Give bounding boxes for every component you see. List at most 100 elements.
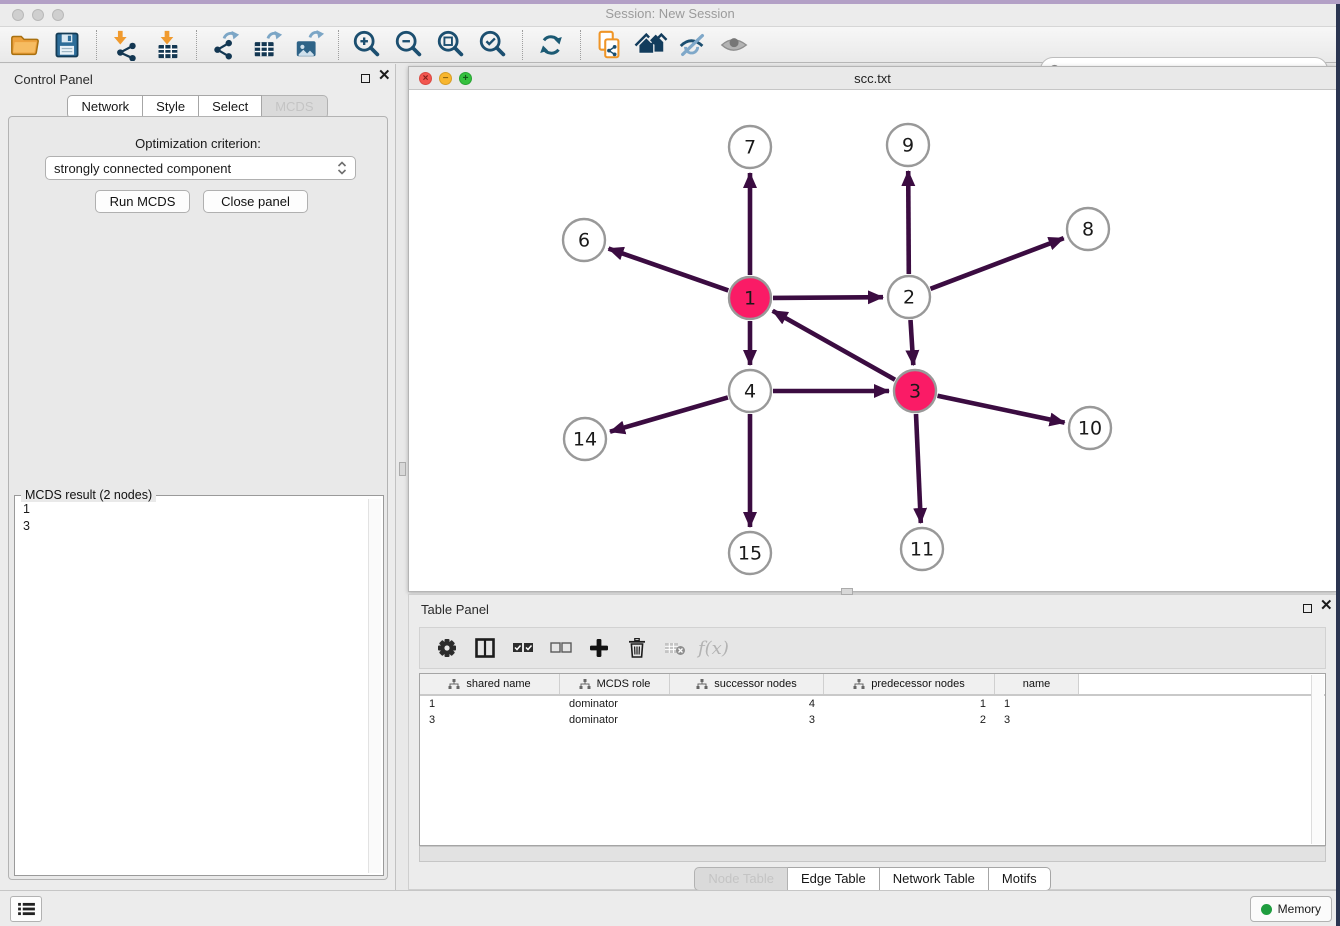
table-cell[interactable]: 2	[824, 714, 995, 726]
save-session-icon[interactable]	[50, 28, 84, 62]
graph-node-6[interactable]: 6	[563, 219, 605, 261]
table-cell[interactable]: dominator	[560, 714, 670, 726]
close-table-panel-icon[interactable]: ✕	[1320, 601, 1333, 610]
attribute-tree-icon	[696, 679, 708, 690]
graph-node-8[interactable]: 8	[1067, 208, 1109, 250]
float-panel-icon[interactable]	[361, 74, 370, 83]
home-view-icon[interactable]	[634, 28, 668, 62]
splitter-grip-vertical[interactable]	[399, 462, 406, 476]
table-scrollbar[interactable]	[1311, 675, 1324, 844]
graph-node-9[interactable]: 9	[887, 124, 929, 166]
delete-column-trash-icon[interactable]	[622, 633, 652, 663]
zoom-fit-icon[interactable]	[434, 28, 468, 62]
criterion-dropdown[interactable]: strongly connected component	[45, 156, 356, 180]
svg-text:7: 7	[744, 137, 756, 159]
open-session-icon[interactable]	[8, 28, 42, 62]
table-hscroll-track[interactable]	[419, 846, 1326, 862]
graph-node-7[interactable]: 7	[729, 126, 771, 168]
float-table-panel-icon[interactable]	[1303, 604, 1312, 613]
clone-network-icon[interactable]	[592, 28, 626, 62]
table-cell[interactable]: 1	[824, 698, 995, 710]
table-cell[interactable]: dominator	[560, 698, 670, 710]
titlebar: Session: New Session	[0, 0, 1340, 27]
graph-node-3[interactable]: 3	[894, 370, 936, 412]
edge-2-3[interactable]	[911, 320, 914, 365]
graph-node-1[interactable]: 1	[729, 277, 771, 319]
select-all-rows-icon[interactable]	[508, 633, 538, 663]
dropdown-stepper-icon	[337, 161, 347, 175]
svg-text:6: 6	[578, 230, 590, 252]
edge-4-14[interactable]	[610, 397, 728, 431]
table-cell[interactable]: 1	[420, 698, 560, 710]
edge-2-9[interactable]	[908, 171, 909, 274]
result-scrollbar[interactable]	[368, 499, 381, 873]
export-table-icon[interactable]	[250, 28, 284, 62]
svg-text:14: 14	[573, 429, 597, 451]
table-cell[interactable]: 1	[995, 698, 1079, 710]
add-column-icon[interactable]	[584, 633, 614, 663]
task-history-button[interactable]	[10, 896, 42, 922]
edge-2-8[interactable]	[931, 238, 1064, 289]
tab-node-table[interactable]: Node Table	[694, 867, 788, 891]
criterion-value: strongly connected component	[54, 161, 337, 176]
zoom-out-icon[interactable]	[392, 28, 426, 62]
edge-3-10[interactable]	[938, 396, 1065, 423]
import-network-icon[interactable]	[108, 28, 142, 62]
column-header-predecessor-nodes[interactable]: predecessor nodes	[824, 674, 995, 694]
column-header-shared-name[interactable]: shared name	[420, 674, 560, 694]
memory-button[interactable]: Memory	[1250, 896, 1332, 922]
splitter-grip-horizontal[interactable]	[841, 588, 853, 595]
svg-text:1: 1	[744, 288, 756, 310]
tab-motifs[interactable]: Motifs	[989, 867, 1051, 891]
graph-node-4[interactable]: 4	[729, 370, 771, 412]
export-image-icon[interactable]	[292, 28, 326, 62]
export-network-icon[interactable]	[208, 28, 242, 62]
table-body: 1dominator4113dominator323	[420, 696, 1325, 728]
refresh-view-icon[interactable]	[534, 28, 568, 62]
edge-1-6[interactable]	[609, 249, 729, 291]
run-mcds-button[interactable]: Run MCDS	[95, 190, 190, 213]
table-row[interactable]: 1dominator411	[420, 696, 1325, 712]
toolbar-separator	[580, 30, 582, 60]
column-header-name[interactable]: name	[995, 674, 1079, 694]
zoom-in-icon[interactable]	[350, 28, 384, 62]
application-window: Session: New Session Control Panel ✕	[0, 0, 1340, 926]
table-row[interactable]: 3dominator323	[420, 712, 1325, 728]
zoom-selected-icon[interactable]	[476, 28, 510, 62]
table-cell[interactable]: 3	[670, 714, 824, 726]
graph-node-11[interactable]: 11	[901, 528, 943, 570]
network-view-window: × − + scc.txt 1 2 3 4 6 7 8 9 10 11	[408, 66, 1337, 592]
graph-node-10[interactable]: 10	[1069, 407, 1111, 449]
network-canvas[interactable]: 1 2 3 4 6 7 8 9 10 11 14 15	[409, 89, 1336, 591]
table-settings-gear-icon[interactable]	[432, 633, 462, 663]
hide-unselected-eye-icon[interactable]	[676, 28, 710, 62]
close-panel-button[interactable]: Close panel	[203, 190, 308, 213]
column-label: name	[1023, 678, 1051, 690]
mcds-tab-content: Optimization criterion: strongly connect…	[8, 116, 388, 880]
attribute-tree-icon	[853, 679, 865, 690]
graph-node-15[interactable]: 15	[729, 532, 771, 574]
close-panel-icon[interactable]: ✕	[378, 71, 391, 80]
svg-text:2: 2	[903, 287, 915, 309]
column-visibility-icon[interactable]	[470, 633, 500, 663]
table-cell[interactable]: 3	[995, 714, 1079, 726]
column-label: predecessor nodes	[871, 678, 965, 690]
edge-1-2[interactable]	[773, 297, 883, 298]
graph-node-14[interactable]: 14	[564, 418, 606, 460]
graph-node-2[interactable]: 2	[888, 276, 930, 318]
table-cell[interactable]: 3	[420, 714, 560, 726]
tab-network-table[interactable]: Network Table	[880, 867, 989, 891]
desktop-edge-right	[1336, 4, 1340, 926]
tab-edge-table[interactable]: Edge Table	[788, 867, 880, 891]
column-header-successor-nodes[interactable]: successor nodes	[670, 674, 824, 694]
table-cell[interactable]: 4	[670, 698, 824, 710]
import-table-icon[interactable]	[150, 28, 184, 62]
network-window-titlebar[interactable]: × − + scc.txt	[409, 67, 1336, 90]
show-all-eye-icon[interactable]	[718, 28, 752, 62]
deselect-all-rows-icon[interactable]	[546, 633, 576, 663]
attribute-tree-icon	[448, 679, 460, 690]
edge-3-1[interactable]	[773, 311, 895, 380]
edge-3-11[interactable]	[916, 414, 921, 523]
control-panel: Control Panel ✕ Network Style Select MCD…	[0, 64, 396, 890]
column-header-MCDS-role[interactable]: MCDS role	[560, 674, 670, 694]
